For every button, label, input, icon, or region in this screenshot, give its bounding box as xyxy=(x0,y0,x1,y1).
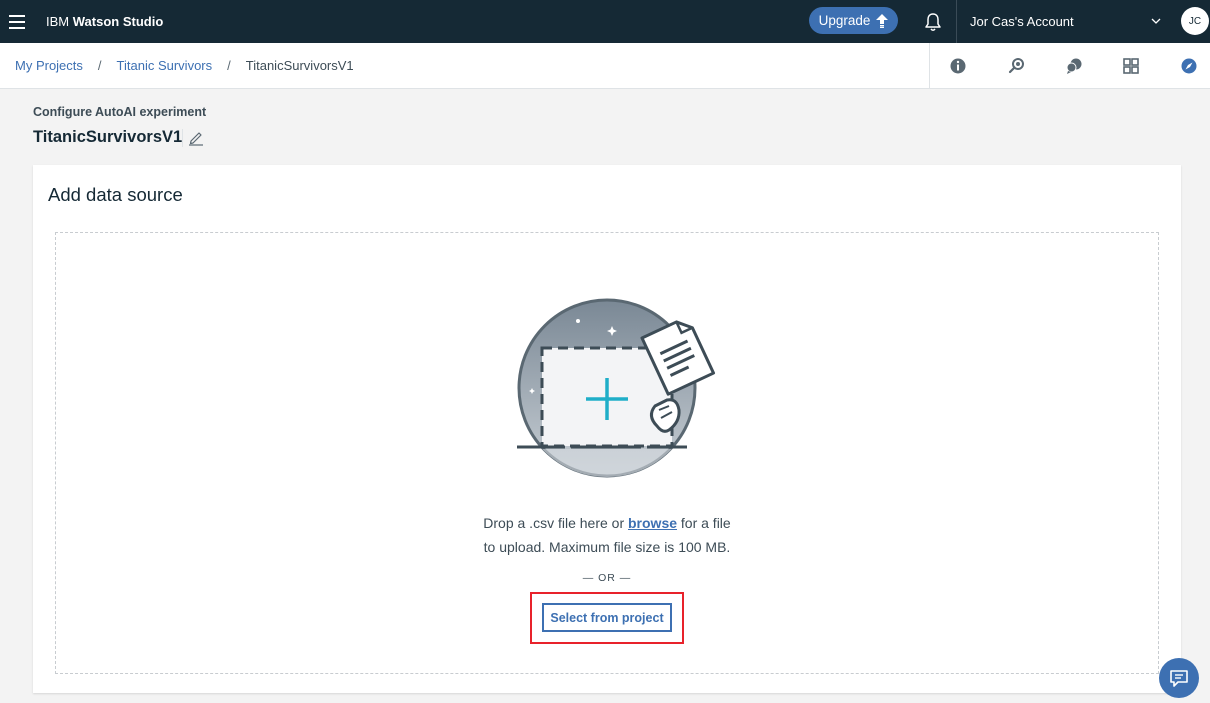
breadcrumb: My Projects / Titanic Survivors / Titani… xyxy=(15,58,354,73)
page-subtitle: Configure AutoAI experiment xyxy=(33,105,207,119)
find-asset-icon[interactable] xyxy=(1007,57,1025,75)
drop-instructions: Drop a .csv file here or browse for a fi… xyxy=(33,511,1181,559)
chat-support-button[interactable] xyxy=(1159,658,1199,698)
compass-icon[interactable] xyxy=(1180,57,1198,75)
chevron-down-icon xyxy=(1151,18,1161,24)
info-icon[interactable] xyxy=(949,57,967,75)
breadcrumb-separator: / xyxy=(227,58,231,73)
title-divider xyxy=(182,129,183,147)
drop-text-line2: to upload. Maximum file size is 100 MB. xyxy=(483,539,731,555)
brand-prefix: IBM xyxy=(46,14,70,29)
upgrade-label: Upgrade xyxy=(818,13,871,28)
edit-pencil-icon[interactable] xyxy=(188,129,204,146)
add-data-source-card: Add data source Drop a .csv file here or… xyxy=(33,165,1181,693)
or-divider-text: — OR — xyxy=(582,572,632,584)
account-name: Jor Cas's Account xyxy=(970,14,1074,29)
avatar[interactable]: JC xyxy=(1181,7,1209,35)
account-switcher[interactable]: Jor Cas's Account xyxy=(970,0,1170,43)
comments-icon[interactable] xyxy=(1065,57,1083,75)
top-nav-bar: IBM Watson Studio Upgrade Jor Cas's Acco… xyxy=(0,0,1210,43)
select-from-project-button[interactable]: Select from project xyxy=(542,603,672,632)
brand-title[interactable]: IBM Watson Studio xyxy=(46,14,163,29)
upgrade-button[interactable]: Upgrade xyxy=(809,7,898,34)
notification-bell-icon[interactable] xyxy=(922,11,944,33)
brand-name: Watson Studio xyxy=(72,14,164,29)
toolbar-divider xyxy=(929,43,930,89)
breadcrumb-titanic-survivors[interactable]: Titanic Survivors xyxy=(117,58,213,73)
page-title: TitanicSurvivorsV1 xyxy=(33,128,183,146)
grid-apps-icon[interactable] xyxy=(1122,57,1140,75)
upload-illustration-icon xyxy=(517,298,716,478)
account-divider xyxy=(956,0,957,43)
browse-link[interactable]: browse xyxy=(628,515,677,531)
card-title: Add data source xyxy=(48,184,183,205)
upgrade-arrow-icon xyxy=(876,13,889,28)
chat-icon xyxy=(1170,670,1188,687)
breadcrumb-separator: / xyxy=(97,58,102,73)
breadcrumb-bar: My Projects / Titanic Survivors / Titani… xyxy=(0,43,1210,89)
drop-text-before: Drop a .csv file here or xyxy=(483,515,625,531)
drop-text-after: for a file xyxy=(680,515,731,531)
breadcrumb-current: TitanicSurvivorsV1 xyxy=(245,58,354,73)
breadcrumb-my-projects[interactable]: My Projects xyxy=(15,58,83,73)
hamburger-menu-icon[interactable] xyxy=(0,0,34,43)
